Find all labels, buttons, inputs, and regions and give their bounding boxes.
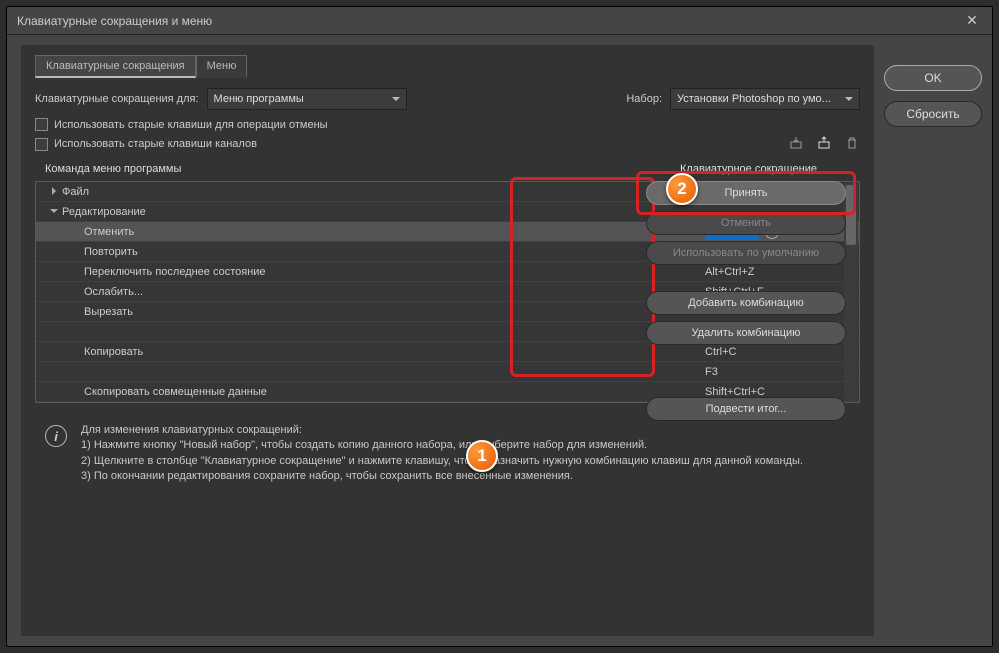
top-row: Клавиатурные сокращения для: Меню програ… <box>35 88 860 118</box>
info-line-2: 2) Щелкните в столбце "Клавиатурное сокр… <box>81 454 803 469</box>
checkbox-old-undo[interactable] <box>35 118 48 131</box>
dialog-window: Клавиатурные сокращения и меню ✕ Клавиат… <box>6 6 993 647</box>
col-shortcut: Клавиатурное сокращение <box>680 163 860 175</box>
info-panel: i Для изменения клавиатурных сокращений:… <box>35 417 860 491</box>
add-combo-button[interactable]: Добавить комбинацию <box>646 291 846 315</box>
cancel-button[interactable]: Отменить <box>646 211 846 235</box>
trash-icon[interactable] <box>844 135 860 151</box>
checkbox-old-channel[interactable] <box>35 138 48 151</box>
titlebar: Клавиатурные сокращения и меню ✕ <box>7 7 992 35</box>
main-panel: Клавиатурные сокращения Меню Клавиатурны… <box>21 45 874 636</box>
columns-header: Команда меню программы Клавиатурное сокр… <box>35 157 860 181</box>
tabs: Клавиатурные сокращения Меню <box>35 55 860 78</box>
tab-menus[interactable]: Меню <box>196 55 248 78</box>
info-line-3: 3) По окончании редактирования сохраните… <box>81 469 803 484</box>
shortcuts-for-label: Клавиатурные сокращения для: <box>35 93 199 105</box>
old-undo-label: Использовать старые клавиши для операции… <box>54 119 328 131</box>
scrollbar[interactable] <box>844 183 858 401</box>
content-area: Клавиатурные сокращения Меню Клавиатурны… <box>7 35 992 646</box>
tab-shortcuts[interactable]: Клавиатурные сокращения <box>35 55 196 78</box>
window-title: Клавиатурные сокращения и меню <box>17 14 962 28</box>
info-heading: Для изменения клавиатурных сокращений: <box>81 423 803 438</box>
callout-2: 2 <box>666 173 698 205</box>
right-buttons: OK Сбросить <box>884 45 982 636</box>
callout-1: 1 <box>466 440 498 472</box>
close-icon[interactable]: ✕ <box>962 11 982 31</box>
delete-combo-button[interactable]: Удалить комбинацию <box>646 321 846 345</box>
set-label: Набор: <box>626 93 662 105</box>
chevron-down-icon <box>50 206 58 218</box>
old-channel-label: Использовать старые клавиши каналов <box>54 138 257 150</box>
side-buttons: Принять Отменить Использовать по умолчан… <box>646 181 846 421</box>
info-line-1: 1) Нажмите кнопку "Новый набор", чтобы с… <box>81 438 803 453</box>
col-command: Команда меню программы <box>35 163 680 175</box>
shortcuts-for-dropdown[interactable]: Меню программы <box>207 88 407 110</box>
chevron-right-icon <box>50 186 58 198</box>
set-dropdown[interactable]: Установки Photoshop по умо... <box>670 88 860 110</box>
info-large-icon: i <box>45 425 67 447</box>
ok-button[interactable]: OK <box>884 65 982 91</box>
save-set-icon[interactable] <box>788 135 804 151</box>
default-button[interactable]: Использовать по умолчанию <box>646 241 846 265</box>
summarize-button[interactable]: Подвести итог... <box>646 397 846 421</box>
new-set-icon[interactable] <box>816 135 832 151</box>
reset-button[interactable]: Сбросить <box>884 101 982 127</box>
